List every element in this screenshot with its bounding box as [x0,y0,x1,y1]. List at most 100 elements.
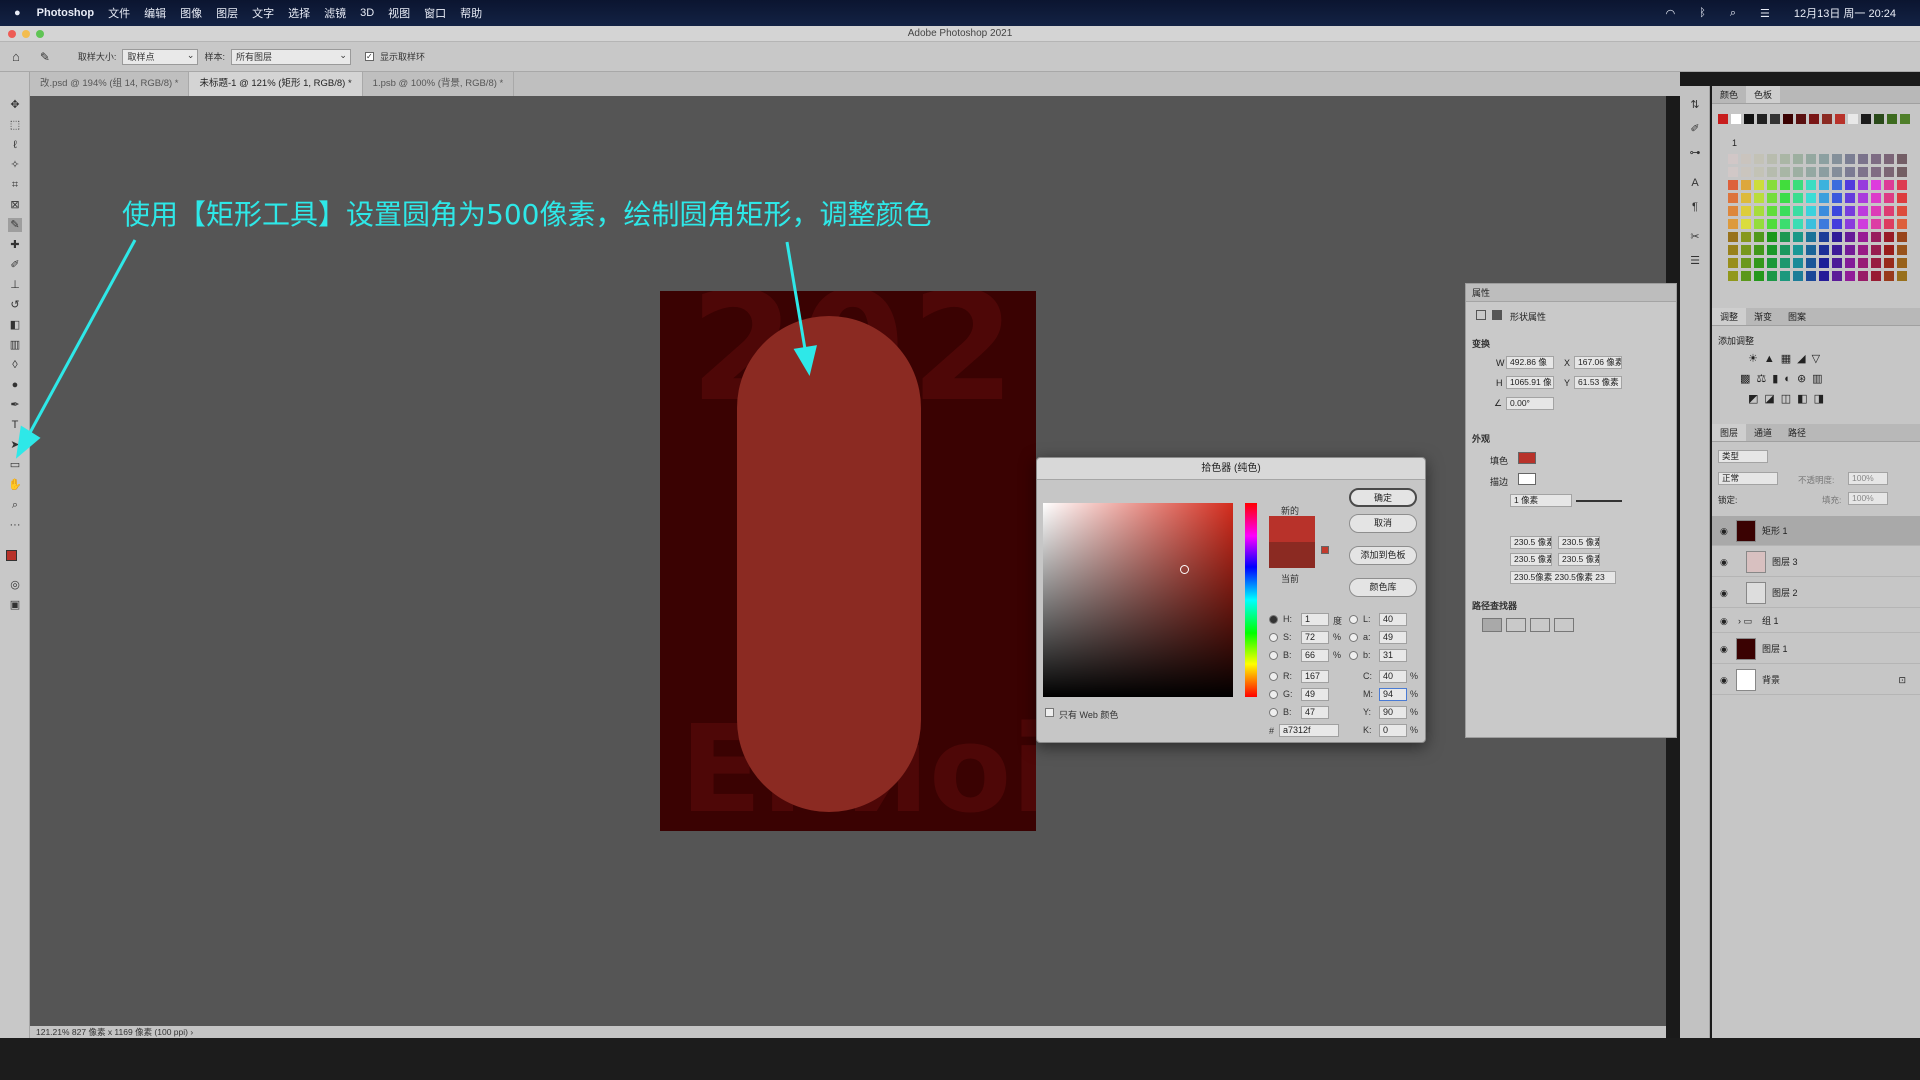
swatch[interactable] [1728,154,1738,164]
swatch[interactable] [1845,232,1855,242]
swatch[interactable] [1835,114,1845,124]
swatch[interactable] [1845,193,1855,203]
menu-file[interactable]: 文件 [108,5,130,21]
swatch[interactable] [1741,232,1751,242]
c-field[interactable]: 40 [1379,670,1407,683]
stamp-tool-icon[interactable]: ⊥ [8,278,22,292]
k-field[interactable]: 0 [1379,724,1407,737]
layer-row-3[interactable]: ◉ 图层 3 [1712,547,1920,577]
folder-icon[interactable]: › ▭ [1738,609,1752,633]
tab-color[interactable]: 颜色 [1712,86,1746,103]
swatch[interactable] [1767,193,1777,203]
add-to-swatches-button[interactable]: 添加到色板 [1349,546,1417,565]
menu-select[interactable]: 选择 [288,5,310,21]
swatch[interactable] [1754,167,1764,177]
swatch[interactable] [1874,114,1884,124]
swatch[interactable] [1819,154,1829,164]
b-field[interactable]: 66 [1301,649,1329,662]
m-field[interactable]: 94 [1379,688,1407,701]
swatch[interactable] [1845,219,1855,229]
crop-tool-icon[interactable]: ⌗ [8,178,22,192]
swatch[interactable] [1754,206,1764,216]
hex-field[interactable]: a7312f [1279,724,1339,737]
swatch[interactable] [1767,206,1777,216]
eye-icon[interactable]: ◉ [1720,578,1728,608]
foreground-color-swatch[interactable] [6,550,17,561]
layer-row-background[interactable]: ◉ 背景 ⊡ [1712,665,1920,695]
swatch[interactable] [1757,114,1767,124]
properties-icon[interactable]: ☰ [1688,254,1702,268]
menu-3d[interactable]: 3D [360,7,374,19]
swatch[interactable] [1884,206,1894,216]
radio-s[interactable] [1269,633,1278,642]
adjust-icon[interactable]: ⊶ [1688,146,1702,160]
swatch[interactable] [1845,154,1855,164]
current-color-swatch[interactable] [1269,542,1315,568]
swatch[interactable] [1728,245,1738,255]
swatch[interactable] [1806,232,1816,242]
swatch[interactable] [1900,114,1910,124]
swatch[interactable] [1832,258,1842,268]
gradient-tool-icon[interactable]: ▥ [8,338,22,352]
tab-paths[interactable]: 路径 [1780,424,1814,441]
swatch[interactable] [1780,206,1790,216]
minimize-icon[interactable] [22,30,30,38]
adjustment-icons-row3[interactable]: ◩◪◫◧◨ [1748,392,1830,405]
swatch[interactable] [1832,206,1842,216]
control-center-icon[interactable]: ☰ [1760,7,1770,20]
appearance-section[interactable]: 外观 [1472,432,1490,445]
layer-filter-select[interactable]: 类型 [1718,450,1768,463]
swatch[interactable] [1780,232,1790,242]
swatch[interactable] [1741,219,1751,229]
swatch[interactable] [1793,180,1803,190]
wifi-icon[interactable]: ◠ [1666,7,1676,20]
close-icon[interactable] [8,30,16,38]
s-field[interactable]: 72 [1301,631,1329,644]
radio-blue[interactable] [1269,708,1278,717]
swatch[interactable] [1731,114,1741,124]
search-icon[interactable]: ⌕ [1730,7,1736,20]
sample-select[interactable]: 所有图层 [230,48,351,65]
swatch[interactable] [1728,271,1738,281]
swatch[interactable] [1754,245,1764,255]
dodge-tool-icon[interactable]: ● [8,378,22,392]
swatch[interactable] [1767,219,1777,229]
swatch[interactable] [1780,180,1790,190]
a-field[interactable]: 49 [1379,631,1407,644]
swatch[interactable] [1793,154,1803,164]
swatch[interactable] [1741,193,1751,203]
tab-swatches[interactable]: 色板 [1746,86,1781,103]
eraser-tool-icon[interactable]: ◧ [8,318,22,332]
menu-filter[interactable]: 滤镜 [324,5,346,21]
swatch[interactable] [1780,193,1790,203]
radio-r[interactable] [1269,672,1278,681]
apple-icon[interactable]: ● [14,7,21,19]
swatch[interactable] [1819,193,1829,203]
saturation-brightness-field[interactable] [1043,503,1233,697]
swatch[interactable] [1858,271,1868,281]
swatch[interactable] [1806,154,1816,164]
web-safe-warning-icon[interactable] [1321,546,1329,554]
ok-button[interactable]: 确定 [1349,488,1417,507]
swatch[interactable] [1741,258,1751,268]
swatch[interactable] [1754,219,1764,229]
paragraph-icon[interactable]: ¶ [1688,200,1702,214]
lab-b-field[interactable]: 31 [1379,649,1407,662]
swatch[interactable] [1832,232,1842,242]
more-tools-icon[interactable]: ··· [8,518,22,532]
swatch[interactable] [1884,167,1894,177]
swatch[interactable] [1819,271,1829,281]
tab-adjustments[interactable]: 调整 [1712,308,1747,325]
brush-tool-icon[interactable]: ✐ [8,258,22,272]
app-menu[interactable]: Photoshop [37,7,94,19]
swatch[interactable] [1796,114,1806,124]
swatch[interactable] [1780,167,1790,177]
swatch[interactable] [1871,167,1881,177]
eye-icon[interactable]: ◉ [1720,516,1728,546]
show-ring-checkbox[interactable]: ✓ [364,52,374,61]
swatch[interactable] [1848,114,1858,124]
swatch[interactable] [1754,193,1764,203]
brush-settings-icon[interactable]: ✐ [1688,122,1702,136]
swatch[interactable] [1780,271,1790,281]
swatch[interactable] [1819,180,1829,190]
